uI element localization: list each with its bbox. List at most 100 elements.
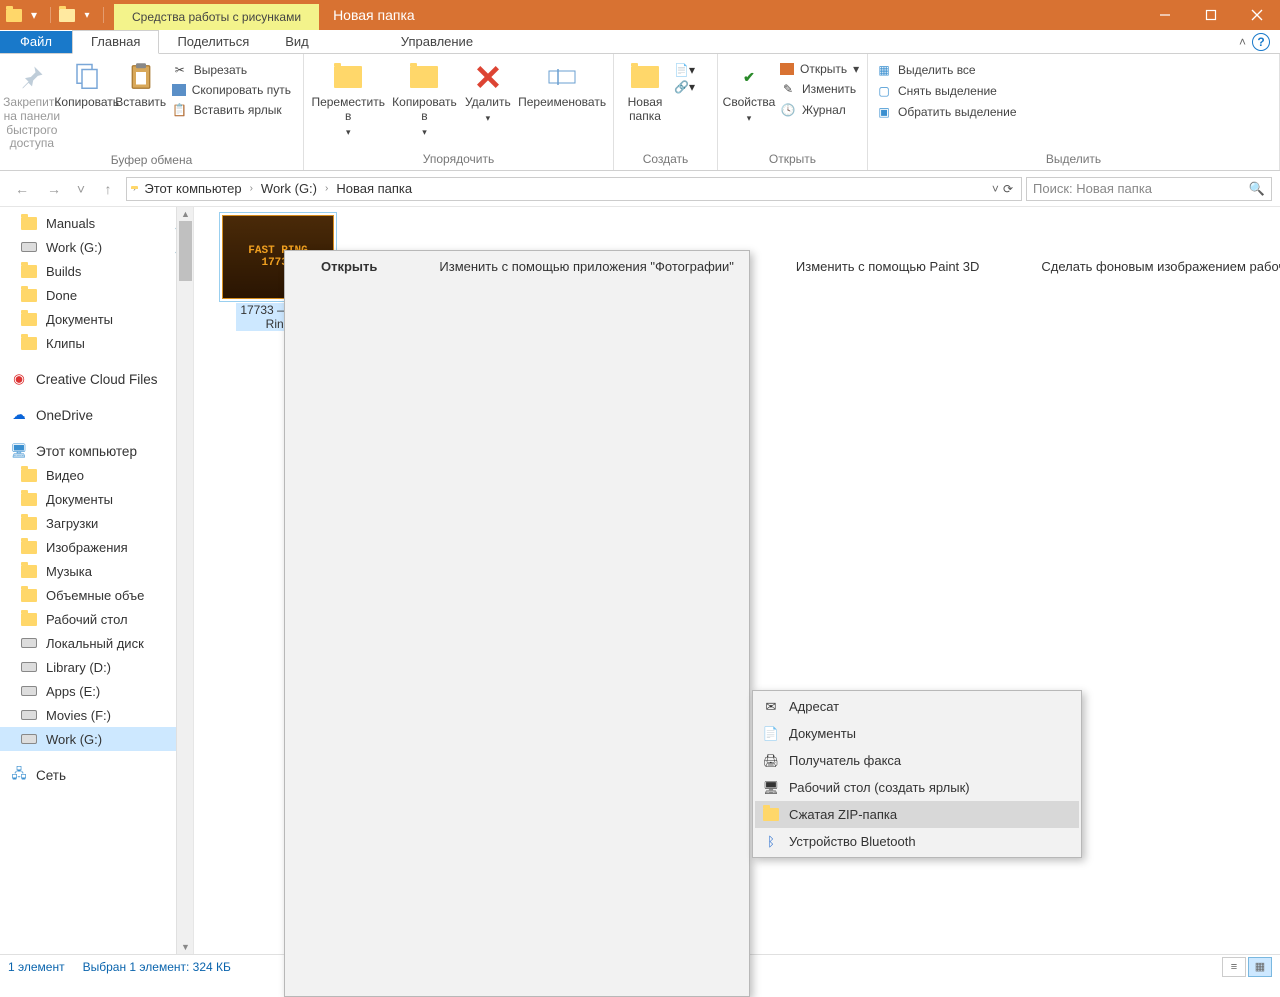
- organize-group-label: Упорядочить: [308, 150, 609, 170]
- drive-icon: [20, 730, 38, 748]
- tree-item[interactable]: Загрузки: [0, 511, 193, 535]
- copy-to-button[interactable]: Копировать в▾: [388, 57, 460, 138]
- sendto-zip[interactable]: Сжатая ZIP-папка: [755, 801, 1079, 828]
- addr-dropdown-icon[interactable]: ˅: [992, 182, 999, 196]
- breadcrumb-segment[interactable]: Новая папка: [330, 181, 418, 196]
- ctx-edit-paint3d[interactable]: Изменить с помощью Paint 3D: [762, 253, 1008, 280]
- collapse-ribbon-icon[interactable]: ˄: [1239, 35, 1246, 49]
- tree-item[interactable]: Объемные объе: [0, 583, 193, 607]
- address-bar[interactable]: › Этот компьютер› Work (G:)› Новая папка…: [126, 177, 1022, 201]
- select-all-button[interactable]: ▦Выделить все: [874, 61, 1019, 79]
- rename-button[interactable]: Переименовать: [515, 57, 609, 110]
- tree-item[interactable]: Manuals📌: [0, 211, 193, 235]
- paste-button[interactable]: Вставить: [114, 57, 168, 110]
- tree-item[interactable]: Музыка: [0, 559, 193, 583]
- chevron-down-icon[interactable]: ▾: [79, 7, 95, 23]
- ctx-set-wallpaper[interactable]: Сделать фоновым изображением рабочего ст…: [1007, 253, 1280, 280]
- easy-access-icon[interactable]: 🔗▾: [674, 80, 695, 94]
- move-to-button[interactable]: Переместить в▾: [308, 57, 388, 138]
- copy-path-button[interactable]: Скопировать путь: [170, 82, 293, 98]
- img-icon: [20, 538, 38, 556]
- doc-icon: [20, 490, 38, 508]
- thumbnails-view-button[interactable]: ▦: [1248, 957, 1272, 977]
- open-button[interactable]: Открыть▾: [778, 61, 861, 77]
- invert-selection-button[interactable]: ▣Обратить выделение: [874, 103, 1019, 121]
- help-button[interactable]: ?: [1252, 33, 1270, 51]
- drive-icon: [20, 682, 38, 700]
- network-icon: 🖧: [10, 766, 28, 784]
- ctx-edit-photos[interactable]: Изменить с помощью приложения "Фотографи…: [405, 253, 762, 280]
- qat-customize-icon[interactable]: ▾: [26, 7, 42, 23]
- back-button[interactable]: ←: [8, 175, 36, 203]
- tree-item[interactable]: Done: [0, 283, 193, 307]
- open-icon: [780, 63, 794, 75]
- sendto-mail[interactable]: ✉Адресат: [755, 693, 1079, 720]
- open-group-label: Открыть: [722, 150, 863, 170]
- up-button[interactable]: ↑: [94, 175, 122, 203]
- manage-tab[interactable]: Управление: [383, 31, 491, 53]
- tree-item[interactable]: Локальный диск: [0, 631, 193, 655]
- video-icon: [20, 466, 38, 484]
- drive-icon: [20, 238, 38, 256]
- view-tab[interactable]: Вид: [267, 31, 327, 53]
- history-button[interactable]: 🕓Журнал: [778, 101, 861, 119]
- fax-icon: 🖨: [761, 751, 781, 771]
- copy-icon: [71, 61, 103, 93]
- delete-button[interactable]: Удалить▾: [461, 57, 516, 124]
- tree-item[interactable]: Рабочий стол: [0, 607, 193, 631]
- tree-item[interactable]: Документы: [0, 487, 193, 511]
- tree-item[interactable]: Документы: [0, 307, 193, 331]
- sendto-desktop[interactable]: 🖥Рабочий стол (создать ярлык): [755, 774, 1079, 801]
- properties-button[interactable]: ✔ Свойства▾: [722, 57, 776, 124]
- folder-open-icon[interactable]: [59, 7, 75, 23]
- home-tab[interactable]: Главная: [72, 30, 159, 54]
- tree-item[interactable]: Movies (F:): [0, 703, 193, 727]
- search-icon: 🔍: [1249, 181, 1265, 197]
- tree-scrollbar[interactable]: ▲▼: [176, 207, 193, 954]
- doc-icon: [20, 310, 38, 328]
- tree-item[interactable]: Builds: [0, 259, 193, 283]
- recent-locations-button[interactable]: ˅: [72, 175, 90, 203]
- quick-access-toolbar: ▾ ▾: [0, 0, 114, 30]
- tree-item[interactable]: Изображения: [0, 535, 193, 559]
- sendto-fax[interactable]: 🖨Получатель факса: [755, 747, 1079, 774]
- documents-icon: 📄: [761, 724, 781, 744]
- sendto-documents[interactable]: 📄Документы: [755, 720, 1079, 747]
- edit-icon: ✎: [780, 81, 796, 97]
- details-view-button[interactable]: ≡: [1222, 957, 1246, 977]
- tree-item[interactable]: Клипы: [0, 331, 193, 355]
- edit-button[interactable]: ✎Изменить: [778, 80, 861, 98]
- ctx-open[interactable]: Открыть: [287, 253, 405, 280]
- breadcrumb-segment[interactable]: Этот компьютер: [138, 181, 247, 196]
- new-item-icon[interactable]: 📄▾: [674, 63, 695, 77]
- forward-button[interactable]: →: [40, 175, 68, 203]
- tree-item[interactable]: Library (D:): [0, 655, 193, 679]
- titlebar: ▾ ▾ Средства работы с рисунками Новая па…: [0, 0, 1280, 30]
- breadcrumb-segment[interactable]: Work (G:): [255, 181, 323, 196]
- minimize-button[interactable]: [1142, 0, 1188, 30]
- share-tab[interactable]: Поделиться: [159, 31, 267, 53]
- search-input[interactable]: Поиск: Новая папка 🔍: [1026, 177, 1272, 201]
- creative-cloud-item[interactable]: ◉Creative Cloud Files: [0, 367, 193, 391]
- cut-icon: ✂: [172, 62, 188, 78]
- tree-item[interactable]: Work (G:)📌: [0, 235, 193, 259]
- cut-button[interactable]: ✂Вырезать: [170, 61, 293, 79]
- new-folder-icon: [629, 61, 661, 93]
- refresh-icon[interactable]: ⟳: [1003, 182, 1013, 196]
- pin-quick-access-button[interactable]: Закрепить на панели быстрого доступа: [4, 57, 60, 151]
- maximize-button[interactable]: [1188, 0, 1234, 30]
- copy-path-icon: [172, 84, 186, 96]
- file-tab[interactable]: Файл: [0, 31, 72, 53]
- new-folder-button[interactable]: Новая папка: [618, 57, 672, 124]
- select-none-button[interactable]: ▢Снять выделение: [874, 82, 1019, 100]
- tree-item[interactable]: Apps (E:): [0, 679, 193, 703]
- tree-item[interactable]: Work (G:): [0, 727, 193, 751]
- paste-shortcut-button[interactable]: 📋Вставить ярлык: [170, 101, 293, 119]
- close-button[interactable]: [1234, 0, 1280, 30]
- network-item[interactable]: 🖧Сеть: [0, 763, 193, 787]
- this-pc-item[interactable]: 🖥Этот компьютер: [0, 439, 193, 463]
- tree-item[interactable]: Видео: [0, 463, 193, 487]
- onedrive-item[interactable]: ☁OneDrive: [0, 403, 193, 427]
- copy-button[interactable]: Копировать: [60, 57, 114, 110]
- sendto-bluetooth[interactable]: ᛒУстройство Bluetooth: [755, 828, 1079, 855]
